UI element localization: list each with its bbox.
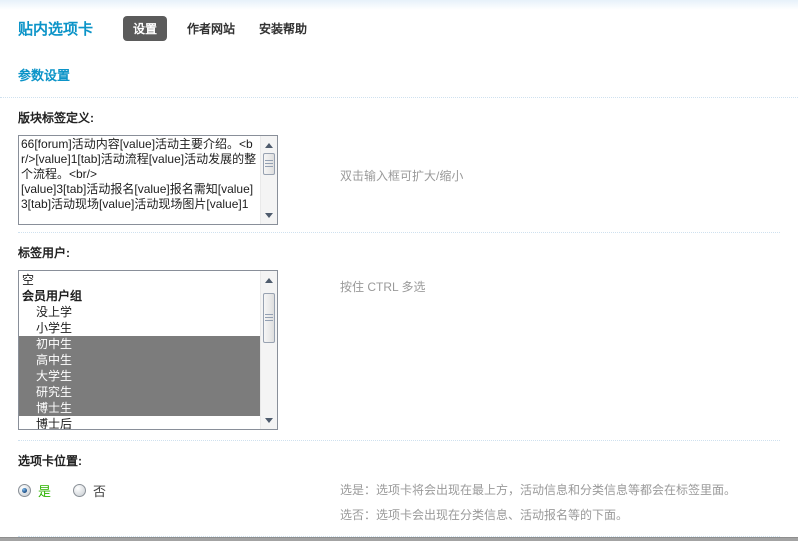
forum-tag-def-help: 双击输入框可扩大/缩小 bbox=[340, 169, 464, 183]
scroll-down-icon[interactable] bbox=[261, 413, 277, 427]
listbox-option[interactable]: 研究生 bbox=[19, 384, 260, 400]
scroll-down-icon[interactable] bbox=[261, 208, 277, 222]
forum-tag-def-row: 版块标签定义: 66[forum]活动内容[value]活动主要介绍。<br/>… bbox=[0, 109, 798, 233]
tab-position-radiogroup: 是 否 bbox=[18, 481, 340, 500]
radio-icon[interactable] bbox=[73, 484, 87, 497]
section-divider bbox=[18, 232, 780, 233]
radio-label[interactable]: 否 bbox=[93, 481, 106, 500]
listbox-scrollbar-thumb[interactable] bbox=[263, 293, 275, 343]
listbox-option[interactable]: 高中生 bbox=[19, 352, 260, 368]
scroll-up-icon[interactable] bbox=[261, 273, 277, 287]
listbox-scrollbar[interactable] bbox=[260, 271, 277, 429]
listbox-option[interactable]: 会员用户组 bbox=[19, 288, 260, 304]
radio-icon[interactable] bbox=[18, 484, 31, 497]
tab-install-help[interactable]: 安装帮助 bbox=[259, 20, 307, 37]
tab-settings[interactable]: 设置 bbox=[123, 16, 168, 41]
listbox-option[interactable]: 没上学 bbox=[19, 304, 260, 320]
listbox-option[interactable]: 空 bbox=[19, 272, 260, 288]
textarea-scrollbar-thumb[interactable] bbox=[263, 153, 275, 175]
scroll-up-icon[interactable] bbox=[261, 138, 277, 152]
listbox-option[interactable]: 初中生 bbox=[19, 336, 260, 352]
tab-position-help-yes: 选是：选项卡将会出现在最上方，活动信息和分类信息等都会在标签里面。 bbox=[340, 483, 737, 497]
listbox-option[interactable]: 大学生 bbox=[19, 368, 260, 384]
tab-position-help: 选是：选项卡将会出现在最上方，活动信息和分类信息等都会在标签里面。 选否：选项卡… bbox=[340, 478, 736, 528]
radio-label[interactable]: 是 bbox=[38, 481, 51, 500]
tab-position-radio[interactable]: 否 bbox=[73, 481, 106, 500]
listbox-option[interactable]: 小学生 bbox=[19, 320, 260, 336]
tab-position-radio[interactable]: 是 bbox=[18, 481, 51, 500]
listbox-option[interactable]: 博士后 bbox=[19, 416, 260, 429]
forum-tag-def-textarea[interactable]: 66[forum]活动内容[value]活动主要介绍。<br/>[value]1… bbox=[18, 135, 278, 225]
tag-users-listbox[interactable]: 空会员用户组 没上学 小学生 初中生 高中生 大学生 研究生 博士生 博士后 bbox=[18, 270, 278, 430]
tag-users-help: 按住 CTRL 多选 bbox=[340, 280, 426, 294]
tab-position-row: 选项卡位置: 是 否 选是：选项卡将会出现在最上方，活动信息和分类信息等都会在标… bbox=[0, 452, 798, 537]
bottom-divider bbox=[0, 537, 798, 541]
tag-users-label: 标签用户: bbox=[18, 246, 70, 260]
section-divider bbox=[18, 440, 780, 441]
tab-author-site[interactable]: 作者网站 bbox=[187, 20, 235, 37]
page-header: 贴内选项卡 设置 作者网站 安装帮助 bbox=[0, 0, 798, 41]
listbox-option[interactable]: 博士生 bbox=[19, 400, 260, 416]
forum-tag-def-label: 版块标签定义: bbox=[18, 111, 94, 125]
tag-users-row: 标签用户: 空会员用户组 没上学 小学生 初中生 高中生 大学生 研究生 博士生 博士后 按住 … bbox=[0, 244, 798, 441]
tab-position-label: 选项卡位置: bbox=[18, 454, 82, 468]
page-title: 贴内选项卡 bbox=[18, 21, 94, 38]
tag-users-options: 空会员用户组 没上学 小学生 初中生 高中生 大学生 研究生 博士生 博士后 bbox=[19, 271, 260, 429]
tab-position-help-no: 选否：选项卡会出现在分类信息、活动报名等的下面。 bbox=[340, 508, 629, 522]
header-tabs: 设置 作者网站 安装帮助 bbox=[123, 16, 331, 41]
section-title: 参数设置 bbox=[0, 65, 798, 98]
textarea-scrollbar[interactable] bbox=[260, 136, 277, 224]
forum-tag-def-value[interactable]: 66[forum]活动内容[value]活动主要介绍。<br/>[value]1… bbox=[19, 136, 260, 224]
